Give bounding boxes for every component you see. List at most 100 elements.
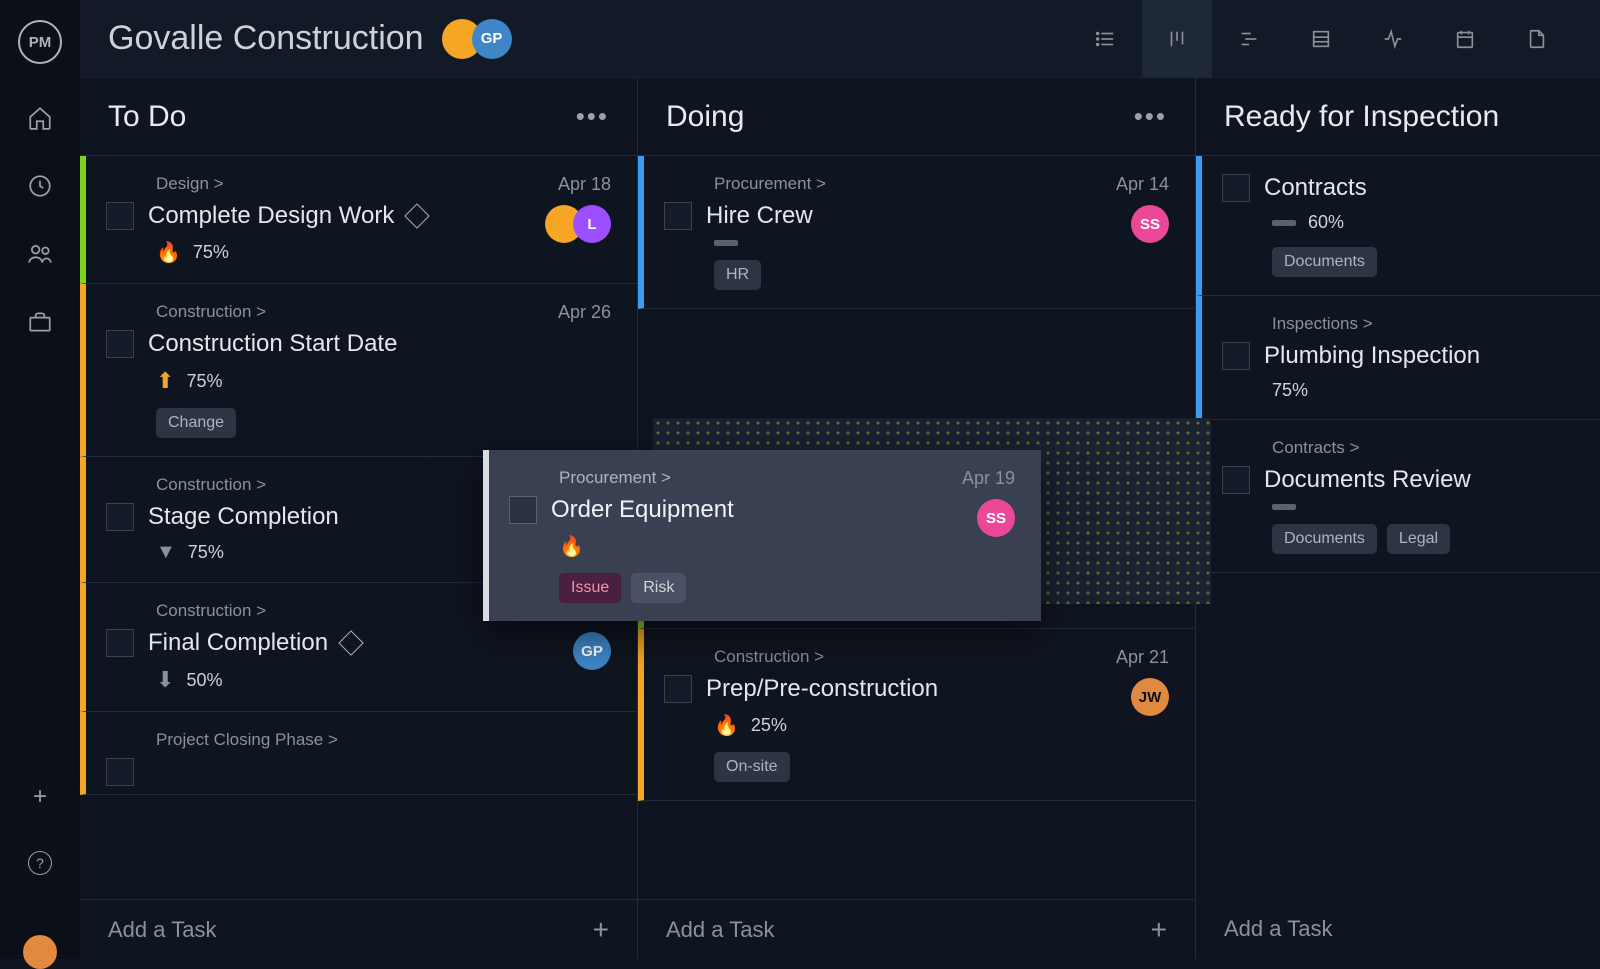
task-category: Procurement > (664, 174, 1169, 194)
list-view-icon[interactable] (1070, 0, 1140, 78)
task-tag: Documents (1272, 524, 1377, 554)
plus-icon: + (1151, 914, 1167, 946)
help-icon[interactable]: ? (28, 851, 52, 875)
task-progress: 75% (193, 242, 229, 263)
task-card[interactable]: Contracts > Documents Review Documents L… (1196, 420, 1600, 573)
task-checkbox[interactable] (106, 330, 134, 358)
plus-icon: + (593, 914, 609, 946)
task-tag: On-site (714, 752, 790, 782)
task-date: Apr 21 (1116, 647, 1169, 668)
task-checkbox[interactable] (1222, 466, 1250, 494)
assignee-avatar[interactable]: SS (1131, 205, 1169, 243)
task-tag: Change (156, 408, 236, 438)
task-tag: Risk (631, 573, 686, 603)
task-title: Construction Start Date (148, 330, 397, 358)
task-date: Apr 26 (558, 302, 611, 323)
task-category: Construction > (664, 647, 1169, 667)
topbar: Govalle Construction GP (80, 0, 1600, 78)
task-category: Inspections > (1222, 314, 1574, 334)
bar-icon (1272, 220, 1296, 226)
milestone-icon (338, 630, 363, 655)
assignee-avatar[interactable]: JW (1131, 678, 1169, 716)
add-task-button[interactable]: Add a Task (1196, 889, 1600, 959)
task-checkbox[interactable] (664, 675, 692, 703)
task-card[interactable]: Project Closing Phase > (80, 712, 637, 795)
task-progress: 75% (188, 542, 224, 563)
app-logo[interactable]: PM (18, 20, 62, 64)
task-checkbox[interactable] (1222, 342, 1250, 370)
task-card[interactable]: Construction > Prep/Pre-construction 🔥 2… (638, 629, 1195, 801)
task-tag: HR (714, 260, 761, 290)
task-date: Apr 18 (555, 174, 611, 195)
current-user-avatar[interactable] (23, 935, 57, 969)
task-checkbox[interactable] (106, 202, 134, 230)
task-category: Project Closing Phase > (106, 730, 611, 750)
task-card[interactable]: Design > Complete Design Work 🔥 75% Apr … (80, 156, 637, 284)
task-tag: Legal (1387, 524, 1450, 554)
people-icon[interactable] (26, 240, 54, 268)
bar-icon (1272, 504, 1296, 510)
arrow-down-icon: ▼ (156, 541, 176, 564)
task-checkbox[interactable] (1222, 174, 1250, 202)
task-progress: 75% (186, 371, 222, 392)
flame-icon: 🔥 (156, 240, 181, 265)
task-card[interactable]: Construction > Construction Start Date ⬆… (80, 284, 637, 457)
task-progress: 60% (1308, 212, 1344, 233)
task-title: Final Completion (148, 629, 328, 657)
briefcase-icon[interactable] (26, 308, 54, 336)
clock-icon[interactable] (26, 172, 54, 200)
assignee-avatar[interactable]: L (573, 205, 611, 243)
task-category: Design > (106, 174, 611, 194)
table-view-icon[interactable] (1286, 0, 1356, 78)
milestone-icon (405, 203, 430, 228)
task-title: Order Equipment (551, 496, 734, 524)
task-title: Prep/Pre-construction (706, 675, 938, 703)
task-title: Contracts (1264, 174, 1367, 202)
add-icon[interactable]: + (33, 783, 47, 811)
file-view-icon[interactable] (1502, 0, 1572, 78)
assignee-avatar[interactable]: SS (977, 499, 1015, 537)
project-title: Govalle Construction (108, 19, 424, 58)
calendar-view-icon[interactable] (1430, 0, 1500, 78)
member-avatar[interactable]: GP (472, 19, 512, 59)
add-task-label: Add a Task (666, 917, 774, 943)
add-task-button[interactable]: Add a Task + (638, 899, 1195, 959)
board-view-icon[interactable] (1142, 0, 1212, 78)
arrow-up-icon: ⬆ (156, 368, 174, 394)
column-menu-icon[interactable]: ••• (1134, 101, 1167, 132)
task-checkbox[interactable] (664, 202, 692, 230)
sidebar: PM + ? (0, 0, 80, 959)
kanban-board: To Do ••• Design > Complete Design Work … (80, 78, 1600, 959)
task-progress: 75% (1272, 380, 1308, 401)
home-icon[interactable] (26, 104, 54, 132)
column-title: To Do (108, 100, 186, 134)
add-task-button[interactable]: Add a Task + (80, 899, 637, 959)
gantt-view-icon[interactable] (1214, 0, 1284, 78)
column-title: Doing (666, 100, 744, 134)
task-title: Hire Crew (706, 202, 813, 230)
task-checkbox[interactable] (106, 758, 134, 786)
task-category: Contracts > (1222, 438, 1574, 458)
task-card[interactable]: Procurement > Hire Crew HR Apr 14 SS (638, 156, 1195, 309)
column-title: Ready for Inspection (1224, 100, 1499, 134)
member-avatars[interactable]: GP (452, 19, 512, 59)
task-title: Plumbing Inspection (1264, 342, 1480, 370)
activity-view-icon[interactable] (1358, 0, 1428, 78)
assignee-avatar[interactable]: GP (573, 632, 611, 670)
task-checkbox[interactable] (106, 503, 134, 531)
task-tag: Documents (1272, 247, 1377, 277)
task-category: Procurement > (509, 468, 1015, 488)
add-task-label: Add a Task (1224, 916, 1332, 942)
task-card[interactable]: Inspections > Plumbing Inspection 75% (1196, 296, 1600, 420)
task-title: Complete Design Work (148, 202, 394, 230)
task-title: Stage Completion (148, 503, 339, 531)
task-date: Apr 14 (1116, 174, 1169, 195)
flame-icon: 🔥 (714, 713, 739, 738)
bar-icon (714, 240, 738, 246)
task-card[interactable]: Contracts 60% Documents (1196, 156, 1600, 296)
task-category: Construction > (106, 302, 611, 322)
dragging-task-card[interactable]: Procurement > Order Equipment 🔥 Issue Ri… (483, 450, 1041, 621)
column-menu-icon[interactable]: ••• (576, 101, 609, 132)
task-checkbox[interactable] (509, 496, 537, 524)
task-checkbox[interactable] (106, 629, 134, 657)
